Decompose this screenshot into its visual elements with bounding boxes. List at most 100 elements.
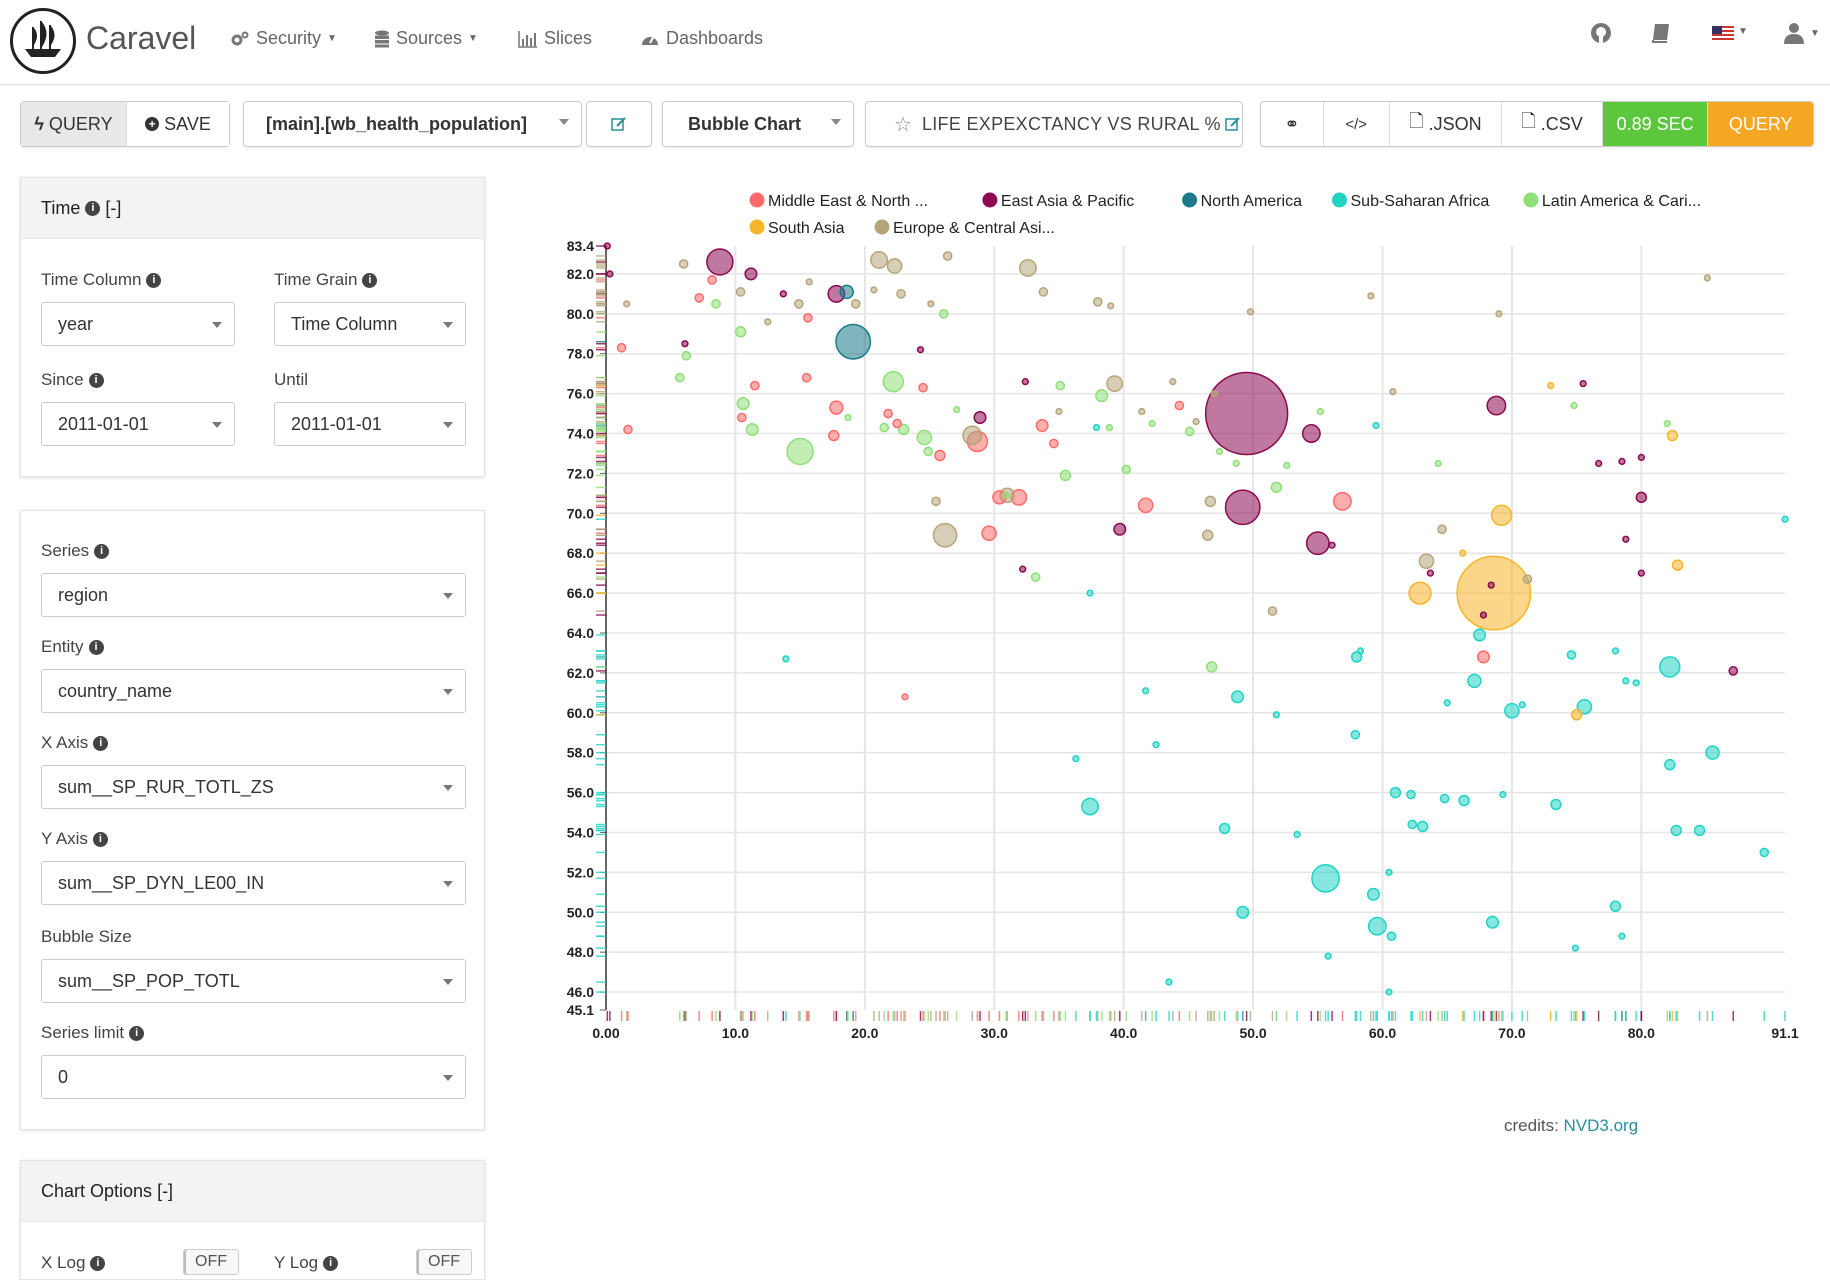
star-icon[interactable]: ☆ [894, 112, 912, 137]
nav-sources[interactable]: Sources ▼ [374, 28, 478, 49]
data-bubble [882, 370, 905, 393]
x-tick-label: 40.0 [1110, 1025, 1137, 1041]
data-bubble [1038, 287, 1049, 297]
data-bubble [934, 449, 946, 462]
nav-slices[interactable]: Slices [518, 28, 592, 49]
query-button[interactable]: ϟ QUERY [21, 102, 127, 146]
series-select[interactable]: region [41, 573, 466, 617]
data-bubble [1499, 790, 1507, 799]
chart-options-panel: Chart Options [-] X Log i OFF Y Log i OFF [20, 1160, 485, 1280]
bubble-size-select[interactable]: sum__SP_POP_TOTL [41, 959, 466, 1003]
data-bubble [1372, 421, 1380, 430]
user-menu[interactable]: ▼ [1782, 22, 1820, 44]
data-bubble [1174, 400, 1185, 411]
data-bubble [1571, 944, 1579, 952]
nav-security[interactable]: Security ▼ [230, 28, 337, 49]
data-bubble [1622, 535, 1630, 543]
nav-dashboards[interactable]: Dashboards [640, 28, 763, 49]
chevron-down-icon: ▼ [1738, 25, 1748, 37]
data-bubble [886, 258, 903, 274]
edit-datasource-button[interactable] [586, 101, 652, 147]
data-bubble [805, 278, 813, 286]
data-bubble [1148, 419, 1156, 428]
github-icon[interactable] [1590, 22, 1612, 44]
book-icon[interactable] [1650, 22, 1672, 44]
y-tick-label: 54.0 [567, 824, 594, 840]
since-select[interactable]: 2011-01-01 [41, 402, 235, 446]
data-bubble [1570, 709, 1583, 721]
file-text-icon: 🗋 [1521, 111, 1536, 131]
data-bubble [1504, 702, 1520, 719]
data-bubble [736, 397, 750, 411]
time-grain-select[interactable]: Time Column [274, 302, 466, 346]
data-bubble [923, 446, 934, 457]
y-log-toggle[interactable]: OFF [416, 1249, 472, 1275]
link-button[interactable]: ⚭ [1261, 102, 1324, 146]
data-bubble [901, 693, 909, 701]
language-flag-icon[interactable]: ▼ [1712, 22, 1748, 40]
nvd3-link[interactable]: NVD3.org [1564, 1116, 1639, 1135]
x-tick-label: 20.0 [851, 1025, 878, 1041]
until-select[interactable]: 2011-01-01 [274, 402, 466, 446]
csv-button[interactable]: 🗋 .CSV [1502, 102, 1603, 146]
data-bubble [1385, 868, 1393, 877]
data-bubble [1231, 690, 1245, 704]
data-bubble [942, 251, 953, 261]
data-bubble [1019, 565, 1027, 573]
embed-code-button[interactable]: </> [1324, 102, 1390, 146]
collapse-toggle[interactable]: [-] [157, 1181, 173, 1202]
data-bubble [1316, 407, 1325, 416]
entity-label: Entity i [41, 637, 104, 657]
edit-title-icon[interactable] [1225, 116, 1241, 132]
chevron-down-icon [443, 979, 453, 985]
chevron-down-icon: ▼ [1810, 27, 1820, 39]
series-label: Series i [41, 541, 110, 561]
data-bubble [1490, 504, 1513, 527]
legend-swatch [1523, 192, 1539, 208]
x-tick-label: 91.1 [1771, 1025, 1798, 1041]
data-bubble [1350, 729, 1361, 740]
data-bubble [1328, 541, 1336, 549]
data-bubble [674, 372, 685, 383]
data-bubble [1476, 650, 1491, 664]
info-icon: i [323, 1255, 339, 1271]
data-bubble [1366, 887, 1381, 901]
data-bubble [1637, 453, 1645, 462]
chevron-down-icon [443, 785, 453, 791]
caravel-logo-icon[interactable] [10, 8, 76, 74]
time-panel-header[interactable]: Time i [-] [21, 178, 484, 239]
series-limit-select[interactable]: 0 [41, 1055, 466, 1099]
chevron-down-icon [443, 593, 453, 599]
entity-select[interactable]: country_name [41, 669, 466, 713]
run-query-button[interactable]: QUERY [1708, 102, 1813, 146]
info-icon: i [88, 372, 104, 388]
top-navbar: Caravel Security ▼ Sources ▼ Slices Dashbo… [0, 0, 1830, 85]
data-bubble [616, 342, 627, 353]
chart-options-header[interactable]: Chart Options [-] [21, 1161, 484, 1222]
viz-type-select[interactable]: Bubble Chart [662, 101, 854, 147]
y-axis-select[interactable]: sum__SP_DYN_LE00_IN [41, 861, 466, 905]
y-tick-label: 82.0 [567, 266, 594, 282]
y-tick-label: 70.0 [567, 505, 594, 521]
data-bubble [829, 400, 844, 415]
save-button[interactable]: + SAVE [126, 102, 229, 146]
brand-name[interactable]: Caravel [86, 20, 196, 57]
bolt-icon: ϟ [34, 113, 44, 134]
time-column-select[interactable]: year [41, 302, 235, 346]
data-bubble [828, 429, 840, 442]
data-bubble [844, 413, 852, 422]
datasource-select[interactable]: [main].[wb_health_population] [243, 101, 582, 147]
collapse-toggle[interactable]: [-] [105, 198, 121, 219]
legend-label: Europe & Central Asi... [893, 220, 1055, 237]
edit-icon [611, 117, 626, 131]
data-bubble [603, 242, 611, 250]
data-bubble [623, 300, 631, 308]
legend-label: Latin America & Cari... [1542, 193, 1701, 210]
json-button[interactable]: 🗋 .JSON [1390, 102, 1503, 146]
x-log-toggle[interactable]: OFF [183, 1249, 239, 1275]
data-bubble [803, 312, 813, 323]
y-tick-label: 46.0 [567, 984, 594, 1000]
x-axis-select[interactable]: sum__SP_RUR_TOTL_ZS [41, 765, 466, 809]
data-bubble [1467, 673, 1482, 689]
data-bubble [1356, 647, 1365, 655]
